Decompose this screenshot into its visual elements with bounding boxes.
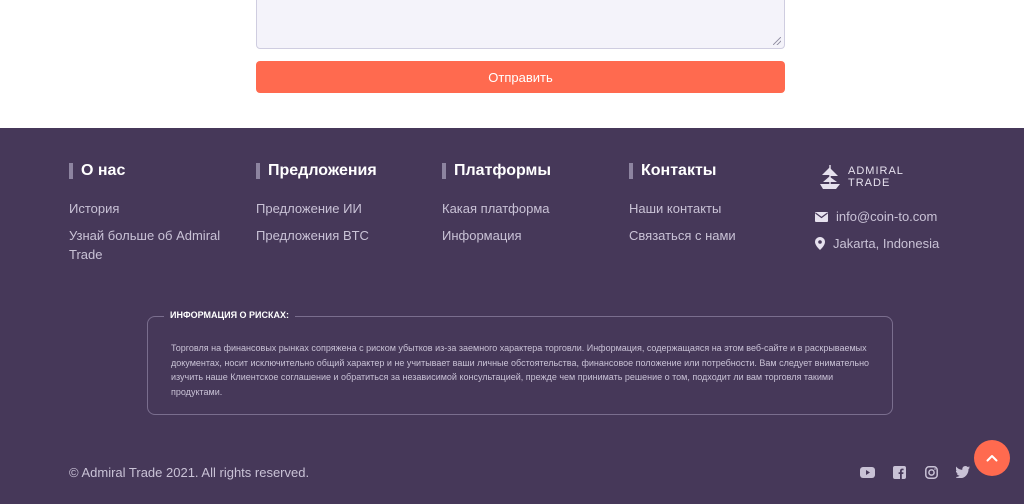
footer-link-contact-us[interactable]: Связаться с нами: [629, 226, 736, 245]
envelope-icon: [815, 211, 828, 222]
footer-column-about: О нас История Узнай больше об Admiral Tr…: [69, 162, 229, 272]
footer-link-history[interactable]: История: [69, 199, 229, 218]
facebook-icon[interactable]: [891, 464, 907, 480]
copyright: © Admiral Trade 2021. All rights reserve…: [69, 465, 310, 480]
title-bar: [69, 163, 73, 179]
footer-column-contacts: Контакты Наши контакты Связаться с нами: [629, 162, 736, 253]
ship-icon: [820, 165, 840, 189]
footer-column-offers: Предложения Предложение ИИ Предложения B…: [256, 162, 377, 253]
contact-form-section: Отправить: [0, 0, 1024, 128]
submit-button[interactable]: Отправить: [256, 61, 785, 93]
footer: О нас История Узнай больше об Admiral Tr…: [0, 128, 1024, 504]
title-bar: [256, 163, 260, 179]
title-bar: [442, 163, 446, 179]
title-bar: [629, 163, 633, 179]
column-title: Контакты: [641, 162, 717, 179]
brand-logo[interactable]: ADMIRAL TRADE: [818, 164, 904, 190]
message-textarea[interactable]: [256, 0, 785, 49]
column-title: О нас: [81, 162, 126, 179]
location-text: Jakarta, Indonesia: [833, 236, 940, 251]
brand-line-2: TRADE: [848, 177, 891, 189]
column-title: Предложения: [268, 162, 377, 179]
chevron-up-icon: [986, 455, 998, 462]
footer-link-which-platform[interactable]: Какая платформа: [442, 199, 551, 218]
risk-text: Торговля на финансовых рынках сопряжена …: [171, 343, 870, 397]
footer-link-our-contacts[interactable]: Наши контакты: [629, 199, 736, 218]
twitter-icon[interactable]: [955, 464, 971, 480]
risk-title: ИНФОРМАЦИЯ О РИСКАХ:: [164, 310, 296, 320]
footer-column-platforms: Платформы Какая платформа Информация: [442, 162, 551, 253]
instagram-icon[interactable]: [923, 464, 939, 480]
column-title: Платформы: [454, 162, 552, 179]
map-pin-icon: [815, 237, 825, 250]
brand-line-1: ADMIRAL: [848, 165, 904, 177]
contact-location: Jakarta, Indonesia: [815, 236, 939, 251]
footer-link-learn-more[interactable]: Узнай больше об Admiral Trade: [69, 226, 229, 264]
contact-email[interactable]: info@coin-to.com: [815, 209, 937, 224]
scroll-to-top-button[interactable]: [974, 440, 1010, 476]
footer-link-information[interactable]: Информация: [442, 226, 551, 245]
email-text[interactable]: info@coin-to.com: [836, 209, 937, 224]
footer-link-btc-offers[interactable]: Предложения BTC: [256, 226, 377, 245]
youtube-icon[interactable]: [859, 464, 875, 480]
risk-disclosure: ИНФОРМАЦИЯ О РИСКАХ: Торговля на финансо…: [147, 310, 893, 415]
resize-grip[interactable]: [773, 37, 781, 45]
social-links: [859, 464, 987, 480]
footer-link-ai-offer[interactable]: Предложение ИИ: [256, 199, 377, 218]
